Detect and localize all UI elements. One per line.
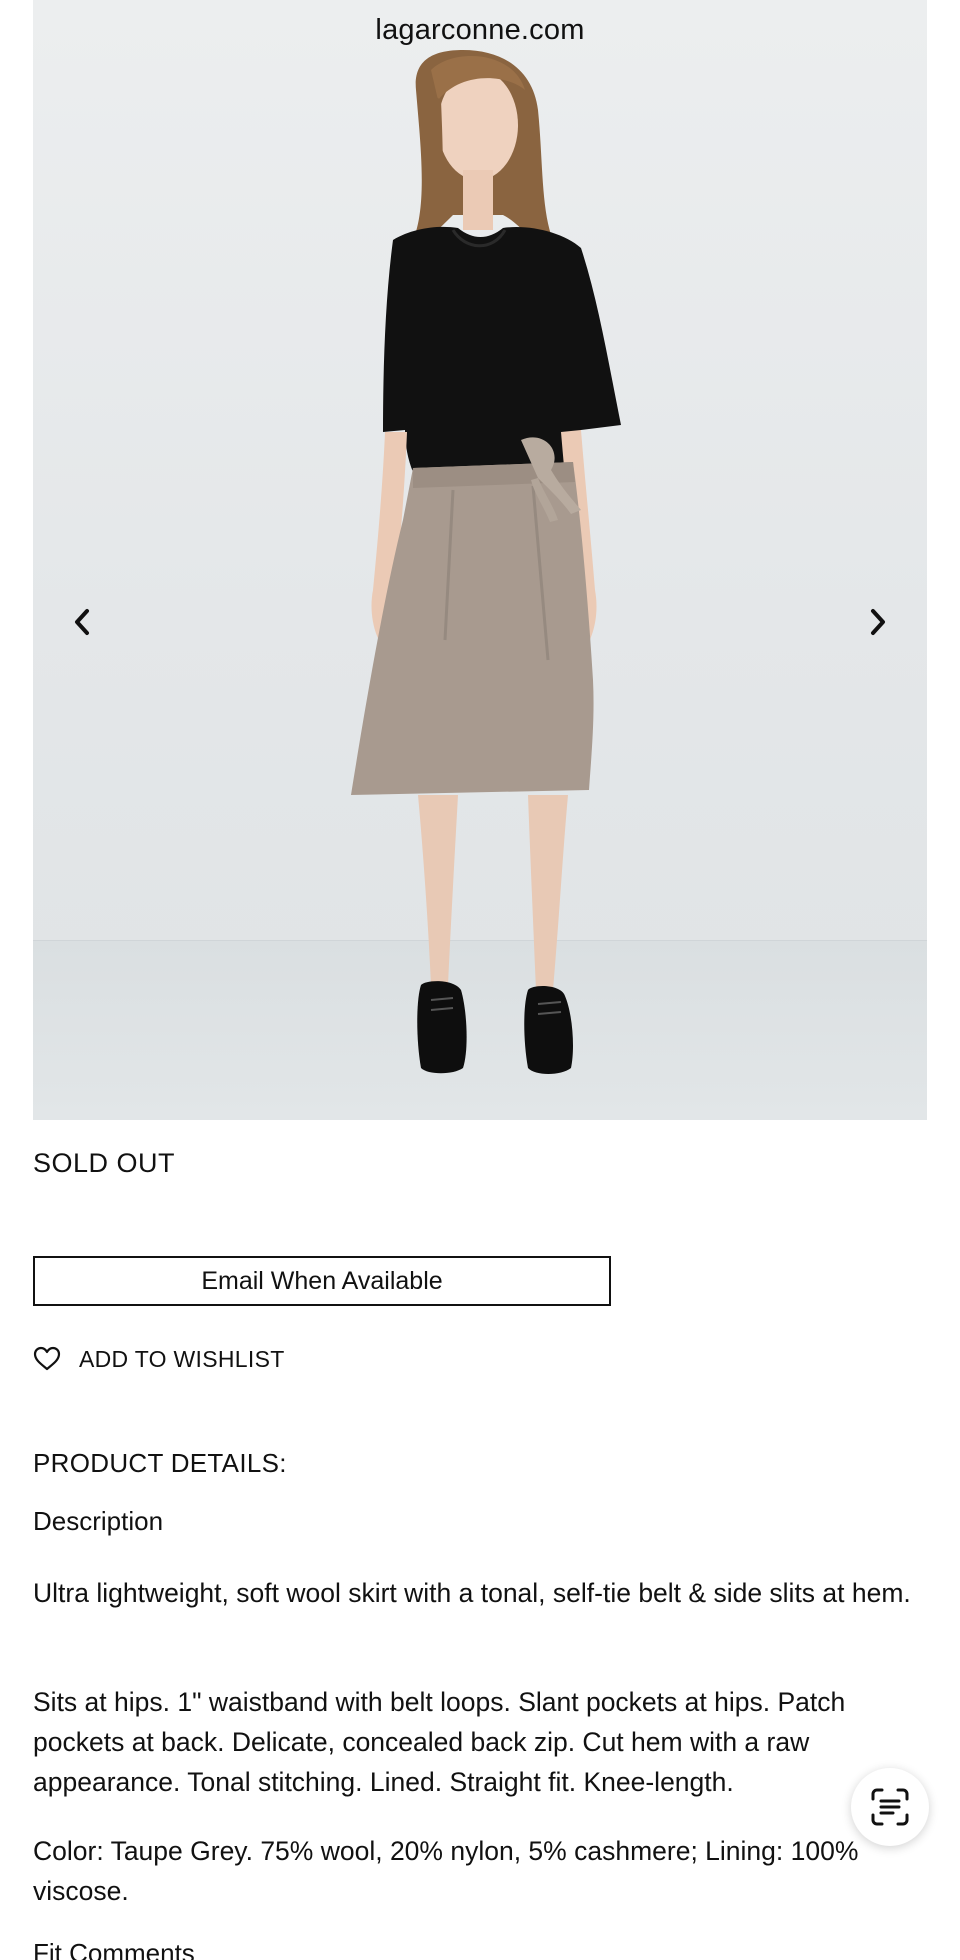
- product-photo: [351, 50, 621, 1074]
- chevron-left-icon: [75, 609, 89, 635]
- add-to-wishlist-link[interactable]: ADD TO WISHLIST: [33, 1344, 285, 1374]
- description-paragraph: Sits at hips. 1" waistband with belt loo…: [33, 1687, 846, 1797]
- product-details-heading: PRODUCT DETAILS:: [33, 1448, 287, 1478]
- description-paragraph: Color: Taupe Grey. 75% wool, 20% nylon, …: [33, 1836, 859, 1906]
- text-scan-button[interactable]: [851, 1768, 929, 1846]
- product-page: lagarconne.com SOLD OUT Email When Avail…: [0, 0, 960, 1960]
- chevron-right-icon: [871, 609, 885, 635]
- stock-status: SOLD OUT: [33, 1148, 176, 1178]
- heart-icon: [33, 1344, 63, 1374]
- address-bar[interactable]: lagarconne.com: [0, 0, 960, 60]
- email-when-available-button[interactable]: Email When Available: [33, 1256, 611, 1306]
- text-scan-icon: [871, 1788, 909, 1826]
- fit-comments-heading: Fit Comments: [33, 1938, 195, 1960]
- description-paragraph: Ultra lightweight, soft wool skirt with …: [33, 1578, 911, 1608]
- site-domain: lagarconne.com: [375, 13, 585, 46]
- wishlist-label: ADD TO WISHLIST: [79, 1345, 285, 1372]
- product-image-gallery[interactable]: [33, 0, 927, 1120]
- next-image-button[interactable]: [856, 600, 900, 644]
- description-heading: Description: [33, 1506, 164, 1536]
- previous-image-button[interactable]: [60, 600, 104, 644]
